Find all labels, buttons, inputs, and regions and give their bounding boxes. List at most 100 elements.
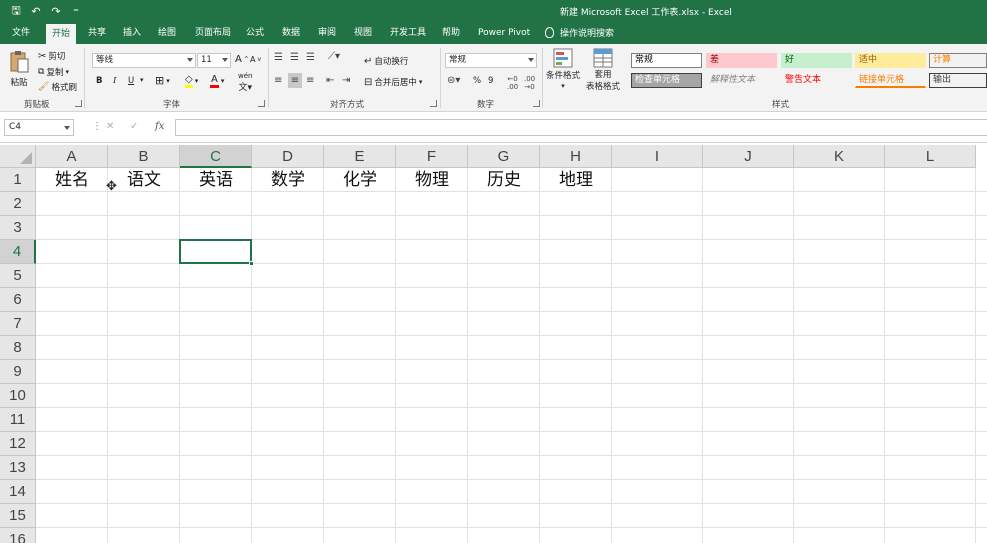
phonetic-button[interactable]: wén 文▾ — [238, 72, 252, 93]
cell-style-2[interactable]: 差 — [706, 53, 777, 68]
tab-data[interactable]: 数据 — [276, 22, 306, 44]
cut-button[interactable]: ✂ 剪切 — [38, 50, 65, 63]
row-header-7[interactable]: 7 — [0, 312, 36, 336]
row-header-1[interactable]: 1 — [0, 168, 36, 192]
clipboard-launcher-icon[interactable] — [75, 100, 82, 107]
column-header-b[interactable]: B — [108, 145, 180, 168]
decrease-decimal-icon[interactable]: .00 →0 — [524, 75, 535, 91]
alignment-launcher-icon[interactable] — [430, 100, 437, 107]
font-launcher-icon[interactable] — [258, 100, 265, 107]
worksheet-grid[interactable]: A B C D E F G H I J K L 1 2 3 4 5 6 7 8 9 10 11 12 13 14 15 16 姓名 语文英… — [0, 145, 987, 543]
customize-qat-icon[interactable]: ⁼ — [68, 3, 84, 19]
column-header-c[interactable]: C — [180, 145, 252, 168]
font-size-combo[interactable]: 11 — [197, 53, 231, 68]
conditional-formatting-button[interactable]: 条件格式 ▾ — [546, 48, 580, 90]
row-header-3[interactable]: 3 — [0, 216, 36, 240]
row-header-2[interactable]: 2 — [0, 192, 36, 216]
column-header-h[interactable]: H — [540, 145, 612, 168]
cell-style-7[interactable]: 解释性文本 — [706, 73, 777, 88]
tab-share[interactable]: 共享 — [82, 22, 112, 44]
fill-handle[interactable] — [249, 261, 254, 266]
column-header-j[interactable]: J — [703, 145, 794, 168]
row-header-11[interactable]: 11 — [0, 408, 36, 432]
row-header-15[interactable]: 15 — [0, 504, 36, 528]
align-middle-icon[interactable]: ☰ — [290, 52, 299, 63]
underline-dropdown[interactable]: ▾ — [140, 76, 144, 84]
cancel-icon[interactable]: ✕ — [106, 121, 114, 132]
tell-me-search[interactable]: 操作说明搜索 — [545, 26, 614, 39]
tab-power-pivot[interactable]: Power Pivot — [472, 22, 536, 44]
row-header-14[interactable]: 14 — [0, 480, 36, 504]
align-bottom-icon[interactable]: ☰ — [306, 52, 315, 63]
row-header-5[interactable]: 5 — [0, 264, 36, 288]
tab-insert[interactable]: 插入 — [117, 22, 147, 44]
select-all-button[interactable] — [0, 145, 36, 168]
tab-draw[interactable]: 绘图 — [152, 22, 182, 44]
bold-button[interactable]: B — [96, 76, 102, 86]
column-header-g[interactable]: G — [468, 145, 540, 168]
redo-icon[interactable]: ↷ — [48, 3, 64, 19]
column-header-l[interactable]: L — [885, 145, 976, 168]
column-header-k[interactable]: K — [794, 145, 885, 168]
cell-style-6[interactable]: 检查单元格 — [631, 73, 702, 88]
align-top-icon[interactable]: ☰ — [274, 52, 283, 63]
column-header-e[interactable]: E — [324, 145, 396, 168]
cell-h1[interactable]: 地理 — [540, 169, 612, 193]
row-header-9[interactable]: 9 — [0, 360, 36, 384]
column-header-d[interactable]: D — [252, 145, 324, 168]
fill-color-button[interactable]: ◇ ▾ — [185, 74, 198, 88]
cell-e1[interactable]: 化学 — [324, 169, 396, 193]
tab-formulas[interactable]: 公式 — [240, 22, 270, 44]
comma-style-button[interactable]: 9 — [488, 76, 493, 86]
font-name-combo[interactable]: 等线 — [92, 53, 196, 68]
name-box[interactable]: C4 — [4, 119, 74, 136]
align-right-icon[interactable]: ≡ — [306, 75, 314, 86]
accounting-format-icon[interactable]: ⊜▾ — [447, 75, 460, 86]
cell-c1[interactable]: 英语 — [180, 169, 252, 193]
italic-button[interactable]: I — [113, 76, 116, 86]
cell-b1[interactable]: 语文 — [108, 169, 180, 193]
cell-style-5[interactable]: 计算 — [929, 53, 987, 68]
cell-style-10[interactable]: 输出 — [929, 73, 987, 88]
wrap-text-button[interactable]: ↵ 自动换行 — [364, 55, 408, 68]
number-launcher-icon[interactable] — [533, 100, 540, 107]
column-header-f[interactable]: F — [396, 145, 468, 168]
cell-style-8[interactable]: 警告文本 — [781, 73, 852, 88]
column-header-a[interactable]: A — [36, 145, 108, 168]
row-header-12[interactable]: 12 — [0, 432, 36, 456]
underline-button[interactable]: U — [128, 76, 134, 86]
tab-developer[interactable]: 开发工具 — [384, 22, 432, 44]
decrease-indent-icon[interactable]: ⇤ — [326, 75, 334, 86]
tab-help[interactable]: 帮助 — [436, 22, 466, 44]
row-header-13[interactable]: 13 — [0, 456, 36, 480]
cell-style-1[interactable]: 常规 — [631, 53, 702, 68]
row-header-10[interactable]: 10 — [0, 384, 36, 408]
insert-function-icon[interactable]: fx — [155, 121, 164, 132]
align-center-icon[interactable]: ≡ — [288, 73, 302, 88]
cell-d1[interactable]: 数学 — [252, 169, 324, 193]
active-cell-c4[interactable] — [179, 239, 252, 264]
font-color-button[interactable]: A ▾ — [210, 74, 224, 88]
formula-input[interactable] — [175, 119, 987, 136]
merge-center-button[interactable]: ⊟ 合并后居中 ▾ — [364, 76, 422, 89]
tab-page-layout[interactable]: 页面布局 — [189, 22, 237, 44]
align-left-icon[interactable]: ≡ — [274, 75, 282, 86]
number-format-combo[interactable]: 常规 — [445, 53, 537, 68]
grow-font-button[interactable]: A ^ — [235, 54, 249, 65]
row-header-8[interactable]: 8 — [0, 336, 36, 360]
orientation-icon[interactable]: ⟋▾ — [328, 51, 340, 62]
cell-f1[interactable]: 物理 — [396, 169, 468, 193]
increase-indent-icon[interactable]: ⇥ — [342, 75, 350, 86]
row-header-6[interactable]: 6 — [0, 288, 36, 312]
cell-style-3[interactable]: 好 — [781, 53, 852, 68]
cell-g1[interactable]: 历史 — [468, 169, 540, 193]
save-icon[interactable]: 🖫 — [8, 3, 24, 19]
format-painter-button[interactable]: 🖌 格式刷 — [38, 81, 77, 93]
undo-icon[interactable]: ↶ — [28, 3, 44, 19]
tab-view[interactable]: 视图 — [348, 22, 378, 44]
shrink-font-button[interactable]: Av — [250, 55, 261, 64]
tab-home[interactable]: 开始 — [46, 24, 77, 44]
row-header-16[interactable]: 16 — [0, 528, 36, 543]
enter-icon[interactable]: ✓ — [130, 121, 138, 132]
paste-button[interactable]: 粘贴 — [8, 50, 30, 88]
